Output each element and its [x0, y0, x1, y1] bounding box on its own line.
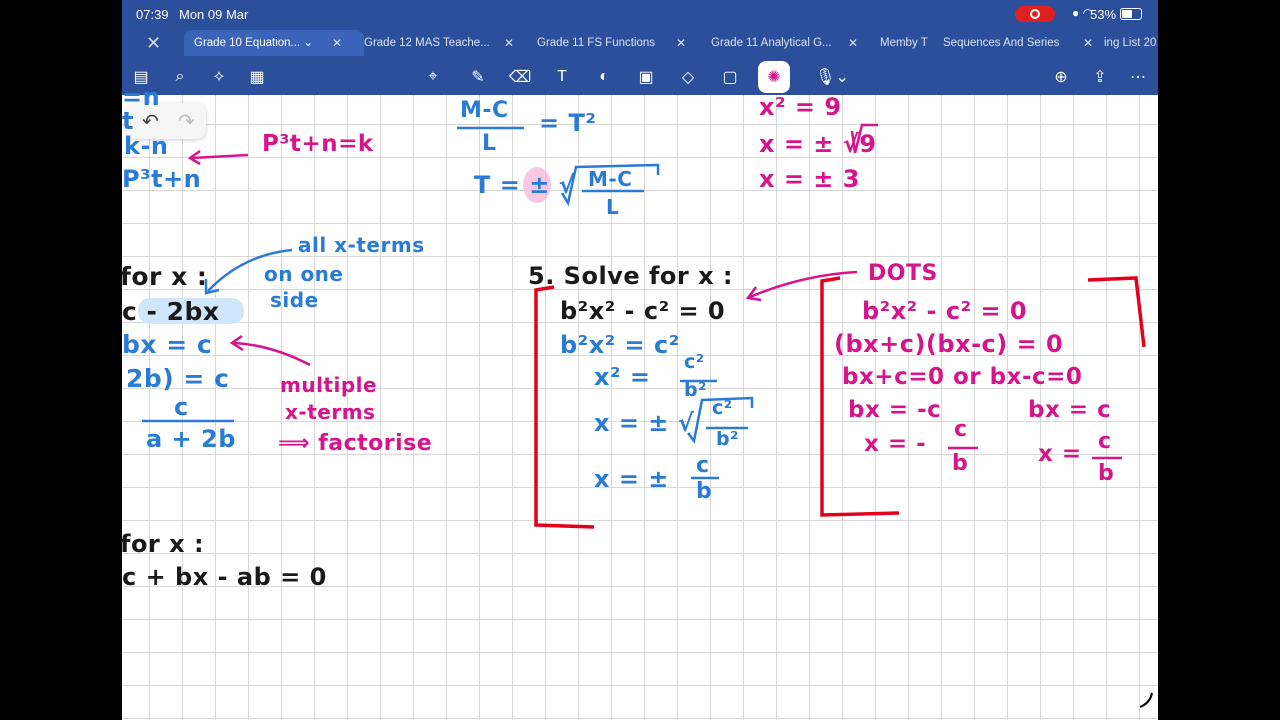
note-text: c	[1098, 429, 1112, 454]
ink-annotations	[138, 123, 1153, 708]
more-icon[interactable]: ⋯	[1125, 64, 1151, 90]
status-time: 07:39	[136, 7, 169, 22]
microphone-icon[interactable]: 🎙︎⌄	[812, 64, 852, 90]
app-screen: 07:39 Mon 09 Mar ●︎ ◠ 53% ✕ Grade 10 Equ…	[122, 0, 1158, 720]
note-text: on one	[264, 262, 344, 286]
note-text: x² = 9	[759, 93, 842, 121]
note-text: bx = c	[122, 330, 213, 359]
tab-grade-11-fs-functions[interactable]: Grade 11 FS Functions	[537, 30, 655, 56]
note-text: a + 2b	[146, 425, 236, 453]
close-tab-icon[interactable]: ✕	[504, 30, 514, 56]
note-text: c²	[712, 397, 733, 419]
note-text: b²	[716, 428, 739, 450]
note-text: for x :	[122, 262, 208, 291]
note-text: x = ±	[594, 465, 669, 493]
eraser-icon[interactable]: ⌫	[507, 64, 533, 90]
shapes-icon[interactable]: ◐	[591, 64, 617, 90]
note-text: bx = -c	[848, 397, 942, 423]
note-text: ⟹ factorise	[278, 431, 433, 456]
note-text: t	[122, 107, 134, 135]
note-text: M-C	[588, 167, 633, 191]
note-text: b	[696, 479, 713, 504]
note-text: c	[954, 417, 968, 442]
note-text: P³t+n	[122, 165, 202, 193]
close-tab-icon[interactable]: ✕	[848, 30, 858, 56]
add-page-icon[interactable]: ⊕	[1048, 64, 1074, 90]
tab-memby[interactable]: Memby T	[880, 30, 928, 56]
note-text: all x-terms	[298, 233, 425, 257]
chevron-down-icon[interactable]: ⌄	[303, 37, 313, 49]
sticky-note-icon[interactable]: ▢	[717, 64, 743, 90]
note-text: (bx+c)(bx-c) = 0	[834, 330, 1064, 358]
note-text: b²x² - c² = 0	[560, 297, 726, 325]
undo-icon[interactable]: ↶	[142, 109, 159, 134]
note-text: = T²	[539, 109, 597, 137]
note-text: multiple	[280, 373, 378, 397]
close-tab-icon[interactable]: ✕	[332, 30, 342, 56]
pen-icon[interactable]: ✎	[465, 64, 491, 90]
top-bar: 07:39 Mon 09 Mar ●︎ ◠ 53% ✕ Grade 10 Equ…	[122, 0, 1158, 58]
note-text: c²	[684, 351, 705, 373]
battery-percent: 53%	[1090, 7, 1117, 22]
note-text: for x :	[122, 530, 205, 558]
document-icon[interactable]: ▦	[244, 64, 270, 90]
note-text: x² =	[594, 363, 651, 391]
battery-icon	[1120, 8, 1142, 20]
note-text: c	[174, 393, 189, 421]
search-icon[interactable]: ⌕	[167, 64, 193, 90]
image-icon[interactable]: ▣	[633, 64, 659, 90]
share-icon[interactable]: ⇪	[1087, 64, 1113, 90]
redo-icon[interactable]: ↷	[178, 109, 195, 134]
tab-grade-11-analytical[interactable]: Grade 11 Analytical G...	[711, 30, 832, 56]
note-text: 5. Solve for x :	[528, 262, 734, 290]
note-text: c	[696, 453, 710, 478]
note-text: M-C	[460, 98, 509, 123]
note-text: b²x² - c² = 0	[862, 297, 1028, 325]
note-text: b	[1098, 461, 1115, 486]
tab-sequences-and-series[interactable]: Sequences And Series	[943, 30, 1059, 56]
text-icon[interactable]: T	[549, 64, 575, 90]
note-text: bx+c=0 or bx-c=0	[842, 364, 1083, 390]
note-text: P³t+n=k	[262, 131, 374, 157]
status-date: Mon 09 Mar	[179, 7, 249, 22]
note-text: b	[952, 451, 969, 476]
tab-bar: ✕ Grade 10 Equation... ⌄ ✕ Grade 12 MAS …	[122, 30, 1158, 58]
notebook-page[interactable]: ↶ ↷ =n t k-n P³t+n P³t+n=k M-C L = T² T …	[122, 83, 1158, 720]
note-text: x =	[1038, 441, 1082, 467]
red-bracket-right-close	[1087, 276, 1146, 348]
tab-label: Grade 10 Equation...	[194, 37, 301, 49]
note-text: DOTS	[868, 261, 938, 286]
screen-record-indicator	[1015, 6, 1055, 22]
toolbar: ▤ ⌕ ✧ ▦ ⌖ ✎ ⌫ T ◐ ▣ ◇ ▢ ✺ 🎙︎⌄ ⊕ ⇪ ⋯	[122, 58, 1158, 95]
note-text: c - 2bx	[122, 297, 220, 326]
note-text: side	[270, 288, 319, 312]
note-text: x = -	[864, 431, 927, 457]
note-text: c + bx - ab = 0	[122, 563, 327, 591]
close-tab-icon[interactable]: ✕	[1083, 30, 1093, 56]
home-icon[interactable]: ✕	[146, 32, 180, 54]
note-text: x = ± 3	[759, 165, 860, 193]
note-text: L	[482, 131, 497, 156]
close-tab-icon[interactable]: ✕	[676, 30, 686, 56]
note-text: bx = c	[1028, 397, 1112, 423]
note-text: b²x² = c²	[560, 331, 680, 359]
laser-pointer-icon[interactable]: ✺	[758, 61, 790, 93]
lasso-icon[interactable]: ⌖	[420, 64, 446, 90]
sparkle-icon[interactable]: ✧	[206, 64, 232, 90]
note-text: 2b) = c	[126, 364, 230, 393]
tab-list[interactable]: ing List 20	[1104, 30, 1156, 56]
elements-icon[interactable]: ◇	[675, 64, 701, 90]
note-text: x = ± √9	[759, 130, 877, 158]
note-text: T = ± √	[474, 171, 576, 199]
note-text: L	[606, 195, 620, 219]
note-text: x-terms	[285, 400, 376, 424]
note-text: k-n	[124, 132, 169, 160]
note-text: b²	[684, 379, 707, 401]
note-text: x = ± √	[594, 409, 695, 437]
tab-grade-12-mas[interactable]: Grade 12 MAS Teache...	[364, 30, 490, 56]
